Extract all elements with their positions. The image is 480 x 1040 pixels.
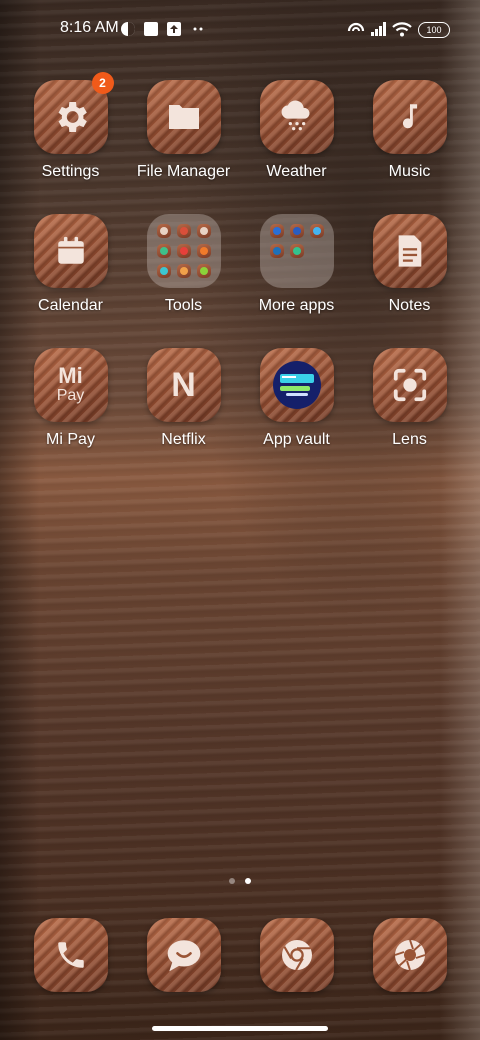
- app-label: More apps: [258, 297, 335, 314]
- app-row: Calendar Tools More apps Notes: [14, 214, 466, 348]
- app-app-vault[interactable]: App vault: [240, 348, 353, 482]
- app-row: Mi Pay Mi Pay N Netflix App vault Lens: [14, 348, 466, 482]
- folder-app-icon: [156, 264, 171, 278]
- dock: [14, 918, 466, 992]
- netflix-logo: N: [171, 365, 196, 404]
- dock-camera[interactable]: [353, 918, 466, 992]
- app-mi-pay[interactable]: Mi Pay Mi Pay: [14, 348, 127, 482]
- folder-app-icon: [196, 224, 211, 238]
- battery-indicator: 100: [418, 22, 450, 38]
- mi-pay-logo-bottom: Pay: [56, 387, 85, 404]
- folder-app-icon: [156, 244, 171, 258]
- dock-phone[interactable]: [14, 918, 127, 992]
- folder-app-icon: [289, 244, 304, 258]
- app-weather[interactable]: Weather: [240, 80, 353, 214]
- app-label: Notes: [388, 297, 431, 314]
- more-dots-icon: [193, 27, 203, 31]
- app-label: Mi Pay: [46, 431, 95, 448]
- folder-app-icon: [196, 264, 211, 278]
- folder-tools[interactable]: Tools: [127, 214, 240, 348]
- calendar-icon: [33, 214, 108, 288]
- vpn-icon: [121, 22, 135, 36]
- app-music[interactable]: Music: [353, 80, 466, 214]
- app-label: Weather: [266, 163, 327, 180]
- app-label: Netflix: [161, 431, 206, 448]
- app-label: App vault: [263, 431, 330, 448]
- folder-app-icon: [156, 224, 171, 238]
- netflix-icon: N: [146, 348, 221, 422]
- app-label: Calendar: [38, 297, 103, 314]
- app-label: Lens: [392, 431, 427, 448]
- hotspot-icon: [347, 22, 365, 32]
- folder-app-icon: [176, 224, 191, 238]
- page-indicator: [0, 878, 480, 884]
- folder-app-icon: [309, 224, 324, 238]
- chrome-icon: [259, 918, 334, 992]
- folder-app-icon: [196, 244, 211, 258]
- app-file-manager[interactable]: File Manager: [127, 80, 240, 214]
- app-grid: 2 Settings File Manager Weather Music Ca…: [14, 72, 466, 482]
- upload-icon: [167, 22, 181, 36]
- status-time: 8:16 AM: [60, 19, 119, 36]
- app-label: File Manager: [136, 163, 231, 180]
- page-dot[interactable]: [229, 878, 235, 884]
- wifi-icon: [392, 22, 412, 37]
- page-dot-active[interactable]: [245, 878, 251, 884]
- app-lens[interactable]: Lens: [353, 348, 466, 482]
- weather-icon: [259, 80, 334, 154]
- notification-badge: 2: [91, 72, 114, 94]
- dock-chrome[interactable]: [240, 918, 353, 992]
- signal-icon: [371, 22, 386, 36]
- folder-more-apps-icon: [259, 214, 334, 288]
- lens-icon: [372, 348, 447, 422]
- folder-app-icon: [269, 244, 284, 258]
- app-settings[interactable]: 2 Settings: [14, 72, 127, 214]
- home-gesture-bar[interactable]: [152, 1026, 328, 1031]
- app-row: 2 Settings File Manager Weather Music: [14, 72, 466, 214]
- folder-app-icon: [176, 264, 191, 278]
- folder-app-icon: [289, 224, 304, 238]
- app-netflix[interactable]: N Netflix: [127, 348, 240, 482]
- messages-icon: [146, 918, 221, 992]
- camera-icon: [372, 918, 447, 992]
- phone-icon: [33, 918, 108, 992]
- app-notes[interactable]: Notes: [353, 214, 466, 348]
- music-note-icon: [372, 80, 447, 154]
- app-label: Music: [388, 163, 431, 180]
- folder-icon: [146, 80, 221, 154]
- status-bar: 8:16 AM 100: [0, 14, 480, 42]
- folder-tools-icon: [146, 214, 221, 288]
- app-vault-icon: [259, 348, 334, 422]
- app-label: Tools: [164, 297, 203, 314]
- folder-app-icon: [176, 244, 191, 258]
- mi-pay-icon: Mi Pay: [33, 348, 108, 422]
- notes-icon: [372, 214, 447, 288]
- dock-messages[interactable]: [127, 918, 240, 992]
- screenshot-icon: [144, 22, 158, 36]
- mi-pay-logo-top: Mi: [58, 363, 83, 388]
- folder-app-icon: [269, 224, 284, 238]
- app-calendar[interactable]: Calendar: [14, 214, 127, 348]
- folder-more-apps[interactable]: More apps: [240, 214, 353, 348]
- app-label: Settings: [41, 163, 100, 180]
